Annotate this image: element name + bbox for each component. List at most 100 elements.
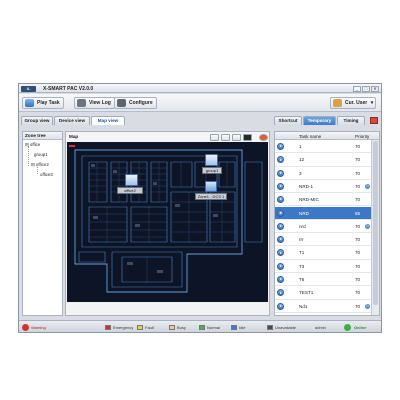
configure-button[interactable]: Configure: [114, 97, 157, 109]
normal-swatch: [199, 324, 205, 330]
task-priority: 70: [355, 263, 361, 269]
task-priority: 70: [355, 197, 361, 203]
play-task-label: Play Task: [37, 100, 60, 106]
tab-row: Group view Device view Map view Shortcut…: [19, 114, 381, 125]
table-row[interactable]: NRD-1 70 ↻: [275, 180, 371, 194]
zone-device-icon[interactable]: [205, 181, 217, 192]
speaker-device-icon[interactable]: [205, 154, 218, 166]
title-bar: X-SMART X-SMART PAC V2.0.0 _ □ ✕: [19, 84, 381, 97]
map-label-group1: group1: [202, 167, 222, 174]
map-title: Map: [69, 134, 79, 139]
task-scrollbar[interactable]: [371, 140, 379, 315]
user-menu-button[interactable]: Cur. User ▾: [330, 97, 377, 109]
table-row[interactable]: T3 70: [275, 260, 371, 273]
map-toolbar: Map: [66, 132, 269, 142]
floor-map[interactable]: office2 group1 Zone1 - DCS 1: [67, 142, 268, 302]
column-priority[interactable]: Priority: [355, 134, 369, 139]
status-user: admin: [315, 324, 326, 330]
task-name: 3: [299, 170, 302, 176]
tree-item-office2[interactable]: ⊟ office2: [31, 162, 49, 167]
legend-normal: Normal: [207, 324, 220, 330]
play-icon[interactable]: [277, 169, 284, 177]
play-icon: [25, 99, 34, 107]
zoom-in-icon[interactable]: [210, 133, 219, 141]
alarm-icon[interactable]: [259, 133, 268, 141]
table-row[interactable]: nrd 70 ↻: [275, 220, 371, 234]
repeat-icon: ↻: [365, 223, 370, 229]
maximize-button[interactable]: □: [362, 85, 370, 92]
app-logo: X-SMART: [21, 85, 36, 97]
table-row[interactable]: TEST1 70: [275, 286, 371, 300]
tree-label: office: [29, 142, 41, 147]
status-bar: Warning Emergency Fault Busy Normal Idle…: [19, 320, 381, 332]
app-title: X-SMART PAC V2.0.0: [43, 86, 94, 92]
legend-busy: Busy: [177, 324, 186, 330]
fit-icon[interactable]: [232, 133, 241, 141]
view-log-label: View Log: [89, 100, 111, 106]
chevron-down-icon: ▾: [370, 100, 374, 106]
map-label-zone1: Zone1 - DCS 1: [195, 193, 227, 200]
idle-swatch: [231, 324, 237, 330]
tab-group-view[interactable]: Group view: [21, 116, 53, 125]
speaker-device-icon[interactable]: [125, 174, 138, 186]
map-panel: Map office2 group1 Zone1 - DCS 1: [65, 131, 270, 316]
view-log-button[interactable]: View Log: [74, 97, 115, 109]
refresh-icon[interactable]: [370, 117, 378, 124]
table-row[interactable]: 3 70: [275, 167, 371, 180]
play-icon[interactable]: [277, 302, 284, 310]
app-window: X-SMART X-SMART PAC V2.0.0 _ □ ✕ Play Ta…: [18, 83, 382, 333]
user-label: Cur. User: [345, 100, 368, 106]
column-task-name[interactable]: Task name: [299, 134, 321, 139]
table-row[interactable]: 1 70: [275, 140, 371, 154]
table-row[interactable]: rrr 70: [275, 233, 371, 247]
fullscreen-icon[interactable]: [243, 133, 252, 141]
tab-timing[interactable]: Timing: [337, 116, 365, 125]
play-icon[interactable]: [277, 262, 284, 270]
task-priority: 70: [355, 250, 361, 256]
map-label-office2: office2: [117, 187, 143, 194]
task-name: TEST1: [299, 290, 314, 296]
table-row[interactable]: 12 70: [275, 153, 371, 167]
legend-emergency: Emergency: [113, 324, 134, 330]
tab-temporary[interactable]: Temporary: [303, 116, 336, 125]
task-name: 12: [299, 157, 305, 163]
close-button[interactable]: ✕: [371, 85, 379, 92]
tree-item-group1[interactable]: group1: [34, 152, 48, 157]
table-row[interactable]: NRD 65: [275, 206, 371, 220]
table-row[interactable]: T6 70: [275, 273, 371, 287]
user-icon: [333, 99, 342, 107]
table-row[interactable]: Nd1 70 ↻: [275, 300, 371, 313]
play-icon[interactable]: [277, 156, 284, 164]
task-priority: 70: [355, 277, 361, 282]
tree-item-office[interactable]: ⊟ office: [25, 142, 40, 147]
warning-text: Warning: [31, 324, 46, 330]
tab-device-view[interactable]: Device view: [54, 116, 90, 125]
task-priority: 70: [355, 290, 361, 296]
play-icon[interactable]: [277, 196, 284, 204]
gear-icon: [117, 99, 126, 107]
task-name: T3: [299, 263, 305, 269]
zoom-out-icon[interactable]: [221, 133, 230, 141]
warning-icon: [22, 323, 29, 331]
task-table-header: Task name Priority: [275, 132, 379, 140]
task-name: NRD-MIC: [299, 197, 319, 203]
play-icon[interactable]: [277, 276, 284, 283]
play-icon[interactable]: [277, 143, 284, 150]
table-row[interactable]: T1 70: [275, 246, 371, 260]
tab-map-view[interactable]: Map view: [91, 116, 125, 125]
task-name: NRD: [299, 210, 309, 216]
play-task-button[interactable]: Play Task: [22, 97, 64, 109]
play-icon[interactable]: [277, 249, 284, 257]
task-priority: 70: [355, 157, 361, 163]
play-icon[interactable]: [277, 182, 284, 190]
play-icon[interactable]: [277, 289, 284, 297]
play-icon[interactable]: [277, 222, 284, 230]
table-row[interactable]: NRD-MIC 70: [275, 193, 371, 207]
play-icon[interactable]: [277, 236, 284, 244]
scrollbar-thumb[interactable]: [373, 141, 378, 305]
online-icon: [344, 323, 351, 331]
minimize-button[interactable]: _: [353, 85, 361, 92]
play-icon[interactable]: [277, 209, 284, 217]
tree-item-office3[interactable]: office3: [40, 172, 53, 177]
tab-shortcut[interactable]: Shortcut: [274, 116, 302, 125]
